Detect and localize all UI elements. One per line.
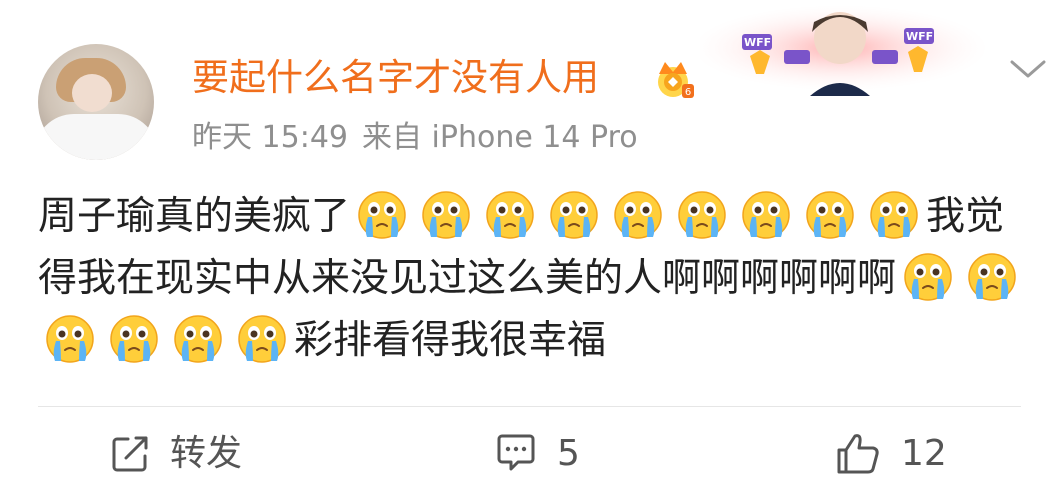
crying-face-emoji-icon — [612, 189, 664, 241]
repost-icon — [112, 436, 148, 472]
comment-icon — [497, 434, 535, 471]
avatar[interactable] — [38, 44, 154, 160]
post-timestamp: 昨天 15:49 — [192, 120, 348, 155]
crying-face-emoji-icon — [548, 189, 600, 241]
crying-face-emoji-icon — [966, 251, 1018, 303]
crying-face-emoji-icon — [484, 189, 536, 241]
fan-badge[interactable]: WFF WFF — [700, 0, 1000, 96]
crying-face-emoji-icon — [108, 313, 160, 365]
post-text-1: 周子瑜真的美疯了 — [38, 194, 351, 239]
crying-face-emoji-icon — [420, 189, 472, 241]
post-content: 周子瑜真的美疯了 我觉得我在现实中从来没见过这么美的人啊啊啊啊啊啊彩排看得我很幸福 — [38, 186, 1028, 372]
svg-text:6: 6 — [685, 87, 691, 98]
username[interactable]: 要起什么名字才没有人用 — [192, 56, 599, 100]
crying-face-emoji-icon — [804, 189, 856, 241]
crying-face-emoji-icon — [44, 313, 96, 365]
weibo-post: 要起什么名字才没有人用 6 昨天 15:49 来自 iPhone 14 Pro W… — [0, 0, 1059, 503]
crying-face-emoji-icon — [236, 313, 288, 365]
vip-crown-icon[interactable]: 6 — [652, 58, 696, 100]
crying-face-emoji-icon — [740, 189, 792, 241]
expand-chevron-icon[interactable] — [1008, 56, 1048, 82]
divider — [38, 406, 1021, 407]
repost-label: 转发 — [170, 433, 243, 474]
crying-face-emoji-icon — [868, 189, 920, 241]
crying-face-emoji-icon — [172, 313, 224, 365]
crying-face-emoji-icon — [902, 251, 954, 303]
post-text-3: 彩排看得我很幸福 — [294, 318, 607, 363]
like-count: 12 — [901, 433, 947, 474]
svg-text:WFF: WFF — [906, 30, 933, 43]
post-meta: 昨天 15:49 来自 iPhone 14 Pro — [192, 118, 638, 158]
like-button[interactable]: 12 — [835, 430, 955, 478]
comment-button[interactable]: 5 — [495, 430, 595, 478]
like-icon — [837, 434, 879, 474]
post-source: 来自 iPhone 14 Pro — [362, 120, 638, 155]
crying-face-emoji-icon — [676, 189, 728, 241]
comment-count: 5 — [557, 433, 580, 474]
svg-text:WFF: WFF — [744, 36, 771, 49]
crying-face-emoji-icon — [356, 189, 408, 241]
repost-button[interactable]: 转发 — [110, 430, 270, 478]
